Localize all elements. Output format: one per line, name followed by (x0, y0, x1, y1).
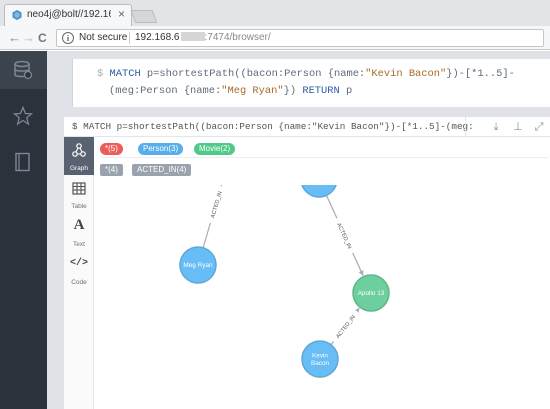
legend-label-movie[interactable]: Movie(2) (194, 143, 236, 155)
tab-title: neo4j@bolt//192.168.6 (27, 9, 111, 20)
sidebar-item-database[interactable] (0, 51, 47, 89)
editor-text: p=shortestPath((bacon:Person {name: (140, 68, 366, 80)
header-divider (465, 117, 466, 137)
frame-header: $ MATCH p=shortestPath((bacon:Person {na… (64, 117, 550, 137)
string-literal: "Kevin Bacon" (365, 68, 447, 80)
legend-rel-acted-in[interactable]: ACTED_IN(4) (132, 164, 192, 176)
keyword-match: MATCH (109, 68, 141, 80)
legend-label-all[interactable]: *(5) (100, 143, 123, 155)
reload-button[interactable]: C (38, 30, 47, 46)
redacted-block (180, 32, 205, 41)
graph-node-label: Bacon (311, 360, 330, 367)
browser-tab[interactable]: neo4j@bolt//192.168.6 × (4, 4, 132, 26)
graph-node-label: Meg Ryan (183, 262, 213, 269)
neo4j-sidebar (0, 51, 47, 409)
book-icon (15, 152, 30, 172)
star-icon (13, 106, 33, 126)
tab-strip: neo4j@bolt//192.168.6 × (0, 0, 550, 26)
tab-label: Graph (69, 165, 89, 172)
graph-node-label: Kevin (312, 353, 328, 360)
url-separator (129, 32, 130, 44)
sidebar-item-favorites[interactable] (0, 97, 47, 135)
string-literal: "Meg Ryan" (221, 85, 284, 97)
editor-text: (meg:Person {name: (109, 85, 222, 97)
tab-graph[interactable]: Graph (64, 137, 94, 175)
expand-icon[interactable]: ⤢ (532, 120, 546, 134)
back-button[interactable]: ← (8, 30, 21, 46)
tab-label: Table (71, 203, 87, 210)
main-area: $ MATCH p=shortestPath((bacon:Person {na… (47, 51, 550, 409)
browser-window: neo4j@bolt//192.168.6 × ← → C i Not secu… (0, 0, 550, 409)
tab-label: Text (73, 241, 85, 248)
neo4j-favicon-icon (12, 10, 22, 20)
tab-label: Code (71, 279, 87, 286)
graph-node-label: Apollo 13 (358, 290, 385, 297)
editor-text: })-[*1..5]- (446, 68, 515, 80)
text-icon: A (73, 217, 85, 233)
view-tabs: Graph Table A Text </> Code (64, 137, 94, 409)
keyword-return: RETURN (302, 85, 340, 97)
table-icon (72, 182, 86, 195)
graph-icon (72, 143, 86, 157)
tab-close-icon[interactable]: × (118, 7, 125, 21)
legend-divider (100, 157, 548, 158)
sidebar-item-documents[interactable] (0, 143, 47, 181)
address-toolbar: ← → C i Not secure 192.168.6 :7474/browse… (0, 26, 550, 50)
editor-line-2: (meg:Person {name:"Meg Ryan"}) RETURN p (109, 85, 352, 97)
security-label: Not secure (79, 32, 128, 43)
legend-rel-all[interactable]: *(4) (100, 164, 123, 176)
legend-label-person[interactable]: Person(3) (138, 143, 184, 155)
editor-line-1: $ MATCH p=shortestPath((bacon:Person {na… (97, 68, 515, 80)
url-path: :7474/browser/ (204, 32, 271, 43)
tab-text[interactable]: A Text (64, 213, 94, 251)
editor-text: }) (283, 85, 303, 97)
forward-button[interactable]: → (22, 30, 35, 46)
new-tab-button[interactable] (130, 10, 158, 23)
frame-query[interactable]: $ MATCH p=shortestPath((bacon:Person {na… (72, 121, 472, 132)
graph-legend: *(5) Person(3) Movie(2) *(4) ACTED_IN(4) (100, 139, 548, 183)
result-frame: $ MATCH p=shortestPath((bacon:Person {na… (64, 117, 550, 409)
cypher-editor[interactable]: $ MATCH p=shortestPath((bacon:Person {na… (72, 59, 550, 107)
code-icon: </> (69, 258, 88, 269)
tab-table[interactable]: Table (64, 175, 94, 213)
graph-canvas[interactable]: ACTED_INACTED_INACTED_INACTED_INJoeVersu… (95, 185, 550, 409)
relationship-label: ACTED_IN (335, 314, 357, 340)
graph-node-label: Hanks (310, 185, 328, 187)
url-text: 192.168.6 :7474/browser/ (135, 32, 271, 43)
pin-icon[interactable]: ⊥ (511, 120, 525, 134)
url-bar[interactable]: i Not secure 192.168.6 :7474/browser/ (56, 29, 544, 47)
tab-code[interactable]: </> Code (64, 251, 94, 289)
editor-text: p (339, 85, 353, 97)
download-icon[interactable]: ⤓ (489, 120, 503, 134)
editor-prompt: $ (97, 68, 104, 80)
database-icon (14, 60, 33, 80)
site-info-icon[interactable]: i (62, 32, 74, 44)
url-host: 192.168.6 (135, 32, 180, 43)
